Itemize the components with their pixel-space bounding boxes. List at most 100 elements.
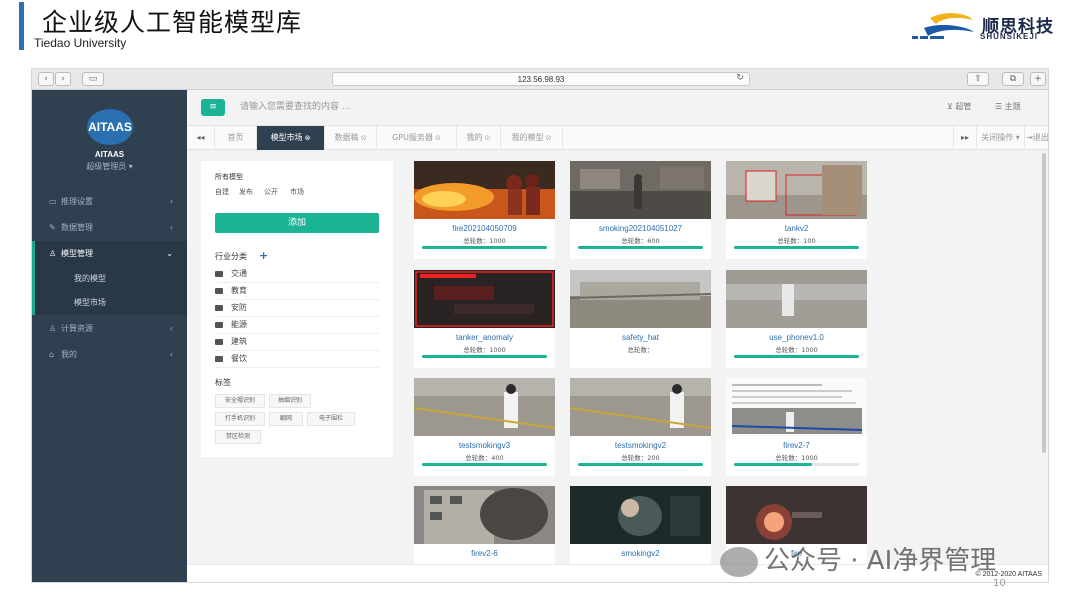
category-label: 交通 — [231, 269, 247, 278]
progress-fill — [422, 355, 547, 358]
sidebar-item-data[interactable]: ✎ 数据管理 ‹ — [32, 215, 187, 241]
tab-data[interactable]: 数据稿 ⊙ — [325, 126, 377, 150]
tab-scroll-right-icon[interactable]: ▸▸ — [953, 126, 977, 150]
model-name[interactable]: firev2-6 — [414, 549, 555, 558]
brand-name-en: SHUNSIKEJI — [980, 32, 1039, 41]
model-card[interactable]: use_phonev1.0 总轮数：1000 — [726, 270, 867, 368]
reload-icon[interactable]: ↻ — [734, 72, 746, 86]
close-ops-dropdown[interactable]: 关闭操作 ▾ — [977, 126, 1025, 150]
sidebar-subitem-my-models[interactable]: 我的模型 — [32, 267, 187, 291]
scope-public[interactable]: 公开 — [264, 187, 278, 197]
tabs-overview-icon[interactable]: ⧉ — [1002, 72, 1024, 86]
add-category-icon[interactable]: + — [259, 249, 268, 262]
sidebar-item-label: 我的 — [61, 350, 77, 359]
model-card[interactable]: tanker_anomaly 总轮数：1000 — [414, 270, 555, 368]
sidebar-item-compute[interactable]: ♙ 计算资源 ‹ — [32, 316, 187, 342]
sidebar-item-inference[interactable]: ▭ 推理设置 ‹ — [32, 189, 187, 215]
chevron-left-icon: ‹ — [169, 197, 173, 206]
app-name: AITAAS — [94, 150, 125, 159]
chevron-down-icon: ⌄ — [166, 249, 173, 258]
scope-published[interactable]: 发布 — [239, 187, 253, 197]
tag-chip[interactable]: 禁区检测 — [215, 430, 261, 444]
tag-chip[interactable]: 打手机识别 — [215, 412, 265, 426]
model-name[interactable]: testsmokingv2 — [570, 441, 711, 450]
model-name[interactable]: firev2-7 — [726, 441, 867, 450]
tag-chip[interactable]: 抽烟识别 — [269, 394, 311, 408]
model-name[interactable]: use_phonev1.0 — [726, 333, 867, 342]
tag-chip[interactable]: 安全帽识别 — [215, 394, 265, 408]
category-item[interactable]: 餐饮 — [215, 351, 379, 368]
model-name[interactable]: smoking202104051027 — [570, 224, 711, 233]
tab-label: GPU服务器 — [392, 133, 433, 142]
theme-label: 主题 — [1004, 102, 1021, 111]
category-label: 教育 — [231, 286, 247, 295]
model-name[interactable]: tanker_anomaly — [414, 333, 555, 342]
progress-fill — [734, 246, 859, 249]
model-name[interactable]: testsmokingv3 — [414, 441, 555, 450]
scope-market[interactable]: 市场 — [290, 187, 304, 197]
model-name[interactable]: smokingv2 — [570, 549, 711, 558]
category-item[interactable]: 教育 — [215, 283, 379, 300]
theme-link[interactable]: ☰ 主题 — [995, 101, 1021, 112]
model-card[interactable]: testsmokingv3 总轮数：400 — [414, 378, 555, 476]
add-model-button[interactable]: 添加 — [215, 213, 379, 233]
scrollbar[interactable] — [1042, 153, 1046, 453]
sidebar-item-label: 数据管理 — [61, 223, 93, 232]
category-item[interactable]: 能源 — [215, 317, 379, 334]
folder-icon — [215, 321, 223, 328]
model-name[interactable]: fire202104050709 — [414, 224, 555, 233]
model-epochs: 总轮数：1000 — [463, 237, 506, 245]
forward-button[interactable]: › — [55, 72, 71, 86]
filter-panel: 所有模型 自建 发布 公开 市场 添加 行业分类 + 交通 教育 安防 能源 建… — [201, 161, 393, 457]
model-name[interactable]: safety_hat — [570, 333, 711, 342]
tab-gpu[interactable]: GPU服务器 ⊙ — [377, 126, 457, 150]
sidebar-item-mine[interactable]: ⌂ 我的 ‹ — [32, 342, 187, 368]
model-thumbnail-firev2-6 — [414, 486, 555, 544]
share-icon[interactable]: ⇪ — [967, 72, 989, 86]
address-bar[interactable]: 123.56.98.93 — [332, 72, 750, 86]
folder-icon — [215, 304, 223, 311]
model-card[interactable]: firev2-7 总轮数：1000 — [726, 378, 867, 476]
new-tab-button[interactable]: + — [1030, 72, 1046, 86]
category-item[interactable]: 安防 — [215, 300, 379, 317]
tab-my-models[interactable]: 我的模型 ⊙ — [501, 126, 563, 150]
tag-chip[interactable]: 电子围栏 — [307, 412, 355, 426]
model-epochs: 总轮数：600 — [621, 237, 660, 245]
model-card[interactable]: smoking202104051027 总轮数：600 — [570, 161, 711, 259]
model-epochs: 总轮数：1000 — [775, 346, 818, 354]
user-icon: ♙ — [49, 249, 57, 258]
scope-self-built[interactable]: 自建 — [215, 187, 229, 197]
search-input[interactable]: 请输入您需要查找的内容 ... — [240, 99, 350, 112]
back-button[interactable]: ‹ — [38, 72, 54, 86]
model-name[interactable]: tankv2 — [726, 224, 867, 233]
sidebar-toggle-icon[interactable]: ▭ — [82, 72, 104, 86]
model-card[interactable]: fire202104050709 总轮数：1000 — [414, 161, 555, 259]
progress-bar — [734, 463, 859, 466]
close-icon[interactable]: ⊙ — [485, 134, 491, 142]
user-role-dropdown[interactable]: 超级管理员 ▾ — [32, 161, 187, 172]
model-card[interactable]: tankv2 总轮数：100 — [726, 161, 867, 259]
model-card[interactable]: safety_hat 总轮数： — [570, 270, 711, 368]
tab-model-market[interactable]: 模型市场 ⊗ — [257, 126, 325, 150]
category-item[interactable]: 交通 — [215, 266, 379, 283]
category-item[interactable]: 建筑 — [215, 334, 379, 351]
tab-scroll-left-icon[interactable]: ◂◂ — [187, 126, 215, 150]
admin-link[interactable]: ⊻ 超管 — [947, 101, 971, 112]
model-card[interactable]: testsmokingv2 总轮数：200 — [570, 378, 711, 476]
close-icon[interactable]: ⊙ — [546, 134, 552, 142]
watermark-text: 公众号 · AI净界管理 — [764, 546, 997, 576]
close-icon[interactable]: ⊙ — [361, 134, 367, 142]
tab-label: 我的模型 — [511, 133, 544, 142]
folder-icon — [215, 355, 223, 362]
close-icon[interactable]: ⊙ — [435, 134, 441, 142]
sidebar-subitem-model-market[interactable]: 模型市场 — [32, 291, 187, 315]
close-icon[interactable]: ⊗ — [305, 134, 311, 142]
tag-chip[interactable]: 翻网 — [269, 412, 303, 426]
tab-mine[interactable]: 我的 ⊙ — [457, 126, 501, 150]
tab-home[interactable]: 首页 — [215, 126, 257, 150]
brand-logo: 顺思科技 SHUNSIKEJI — [910, 8, 1070, 48]
sidebar-item-models[interactable]: ♙ 模型管理 ⌄ — [32, 241, 187, 267]
logout-button[interactable]: ⇥退出 — [1025, 126, 1048, 150]
menu-toggle-button[interactable]: ≡ — [201, 99, 225, 116]
folder-icon — [215, 338, 223, 345]
